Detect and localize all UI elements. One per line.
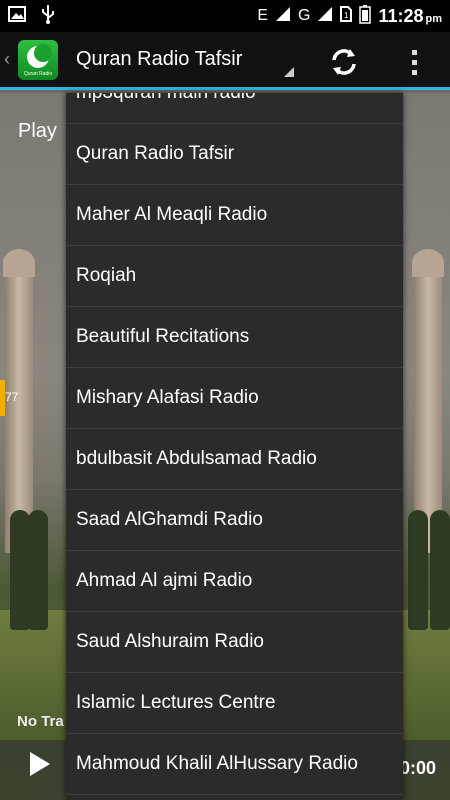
network-g-label: G <box>298 7 311 24</box>
sim-icon: 1 <box>340 5 353 27</box>
usb-icon <box>40 4 56 29</box>
station-spinner[interactable]: Quran Radio Tafsir <box>76 35 294 85</box>
chevron-left-icon[interactable]: ‹ <box>4 49 16 70</box>
signal-icon <box>317 6 333 27</box>
dropdown-item[interactable]: Islamic Lectures Centre <box>66 673 403 734</box>
status-bar: E G 1 11:28 pm <box>0 0 450 32</box>
battery-icon <box>359 4 372 29</box>
dropdown-item[interactable]: bdulbasit Abdulsamad Radio <box>66 429 403 490</box>
dropdown-item[interactable]: Mishary Alafasi Radio <box>66 368 403 429</box>
dropdown-item[interactable]: Mahmoud Khalil AlHussary Radio <box>66 734 403 795</box>
action-bar: ‹ Quran Radio Quran Radio Tafsir <box>0 32 450 90</box>
dropdown-item[interactable]: Saud Alshuraim Radio <box>66 612 403 673</box>
time-label: 0:00 <box>400 758 437 778</box>
dropdown-item[interactable]: Beautiful Recitations <box>66 307 403 368</box>
dropdown-item[interactable]: Saad AlGhamdi Radio <box>66 490 403 551</box>
refresh-icon <box>332 49 356 75</box>
dropdown-item[interactable]: Roqiah <box>66 246 403 307</box>
dropdown-arrow-icon <box>284 66 294 77</box>
dropdown-item[interactable]: Ahmad Al ajmi Radio <box>66 551 403 612</box>
dropdown-item[interactable]: Quran Radio Tafsir <box>66 124 403 185</box>
refresh-button[interactable] <box>326 44 362 80</box>
play-button[interactable] <box>30 752 50 776</box>
dropdown-item[interactable]: Maher Al Meaqli Radio <box>66 185 403 246</box>
play-label: Play <box>18 120 57 142</box>
clock: 11:28 pm <box>378 5 442 26</box>
station-dropdown[interactable]: mp3quran main radio Quran Radio Tafsir M… <box>66 93 403 800</box>
svg-text:1: 1 <box>344 11 349 20</box>
dropdown-item[interactable]: mp3quran main radio <box>66 93 403 124</box>
signal-icon <box>275 6 291 27</box>
overflow-menu-button[interactable] <box>402 44 426 80</box>
app-logo[interactable]: Quran Radio <box>18 39 58 80</box>
network-e-label: E <box>257 7 268 24</box>
no-track-label: No Tra <box>17 713 64 730</box>
side-number: 77 <box>5 390 19 404</box>
station-spinner-label: Quran Radio Tafsir <box>76 48 243 70</box>
image-icon <box>8 5 26 27</box>
